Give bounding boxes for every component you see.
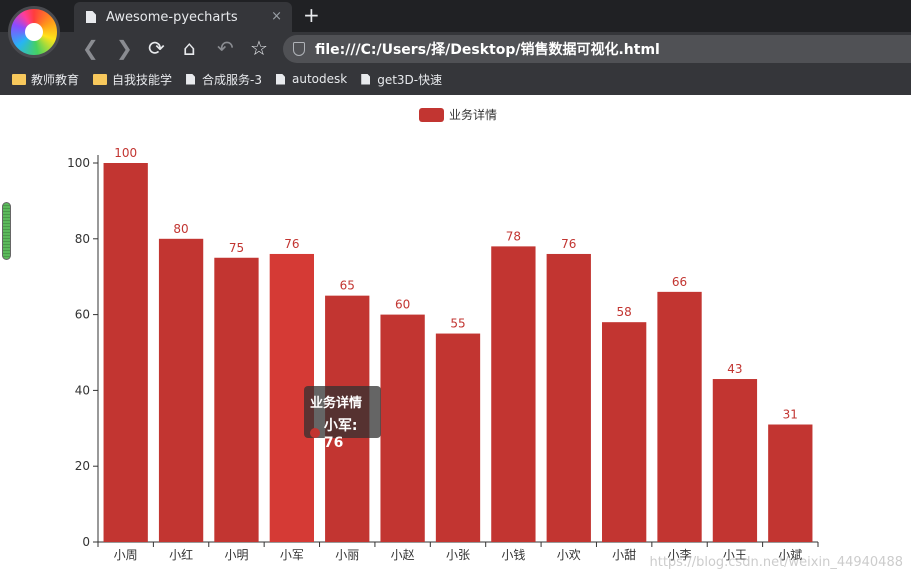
bookmark-label: 合成服务-3 (202, 72, 262, 87)
tab-close-icon[interactable]: × (271, 9, 282, 24)
scroll-handle[interactable] (2, 202, 11, 260)
page-content: 业务详情 0 20 40 60 80 100 100 小周 80 小红 75 小明 76 小军 65 小丽 60… (0, 95, 911, 580)
bar[interactable] (712, 379, 758, 542)
home-icon[interactable]: ⌂ (183, 36, 196, 60)
bar-chart: 0 20 40 60 80 100 100 小周 80 小红 75 小明 76 小军 65 小丽 60 小赵 55 小… (67, 146, 819, 562)
bar[interactable] (657, 291, 702, 542)
bar-data-label: 66 (672, 275, 687, 289)
y-tick-label: 20 (75, 459, 90, 473)
y-tick-label: 80 (75, 232, 90, 246)
bar-data-label: 43 (727, 362, 742, 376)
bar[interactable] (602, 322, 647, 542)
bookmark-label: 教师教育 (31, 72, 80, 87)
bar-data-label: 100 (114, 146, 137, 160)
bar-data-label: 60 (395, 298, 410, 312)
x-tick-label: 小红 (169, 547, 193, 562)
bar[interactable] (768, 424, 813, 542)
new-tab-button[interactable]: + (303, 3, 320, 27)
chart-tooltip: 业务详情 小军: 76 (304, 386, 381, 451)
bar[interactable] (158, 238, 204, 543)
x-tick-label: 小张 (446, 548, 470, 562)
bar[interactable] (491, 246, 536, 542)
bar-data-label: 75 (229, 241, 244, 255)
tooltip-marker-icon (310, 428, 320, 438)
undo-icon[interactable]: ↶ (217, 36, 234, 60)
page-icon (361, 73, 371, 85)
bar-data-label: 31 (783, 408, 798, 422)
back-icon[interactable]: ❮ (82, 36, 99, 60)
bar[interactable] (435, 333, 481, 542)
shield-icon (293, 42, 305, 56)
tooltip-title: 业务详情 (310, 396, 363, 411)
navigation-bar: ❮ ❯ ⟳ ⌂ ↶ ☆ file:///C:/Users/择/Desktop/销… (0, 32, 911, 64)
reload-icon[interactable]: ⟳ (148, 36, 165, 60)
bookmark-label: 自我技能学 (112, 72, 173, 87)
bookmark-item[interactable]: 教师教育 (12, 71, 79, 88)
bar-data-label: 55 (450, 317, 465, 331)
bar-data-label: 76 (284, 237, 299, 251)
bar[interactable] (380, 314, 425, 542)
bookmark-star-icon[interactable]: ☆ (250, 36, 268, 60)
bookmark-label: get3D-快速 (377, 72, 443, 87)
page-icon (276, 73, 285, 85)
x-tick-label: 小丽 (335, 548, 359, 562)
x-tick-label: 小周 (114, 548, 138, 562)
bookmark-item[interactable]: 自我技能学 (93, 71, 172, 88)
x-tick-label: 小钱 (501, 547, 525, 562)
folder-icon (12, 73, 26, 85)
tooltip-value: 小军: 76 (323, 418, 358, 451)
bookmark-item[interactable]: autodesk (276, 72, 347, 86)
y-tick-label: 40 (75, 383, 90, 397)
bar[interactable] (546, 253, 591, 542)
bar[interactable] (214, 257, 259, 542)
folder-icon (93, 73, 108, 85)
forward-icon[interactable]: ❯ (116, 36, 133, 60)
tab-active[interactable]: Awesome-pyecharts × (74, 2, 292, 32)
x-tick-label: 小军 (280, 548, 304, 562)
bar-data-label: 58 (617, 305, 632, 319)
bookmark-item[interactable]: get3D-快速 (361, 71, 442, 88)
x-tick-label: 小明 (224, 548, 248, 562)
x-tick-label: 小甜 (612, 548, 636, 562)
x-tick-label: 小欢 (557, 547, 581, 562)
address-bar[interactable]: file:///C:/Users/择/Desktop/销售数据可视化.html (283, 35, 911, 63)
document-icon (86, 11, 96, 23)
bookmark-label: autodesk (292, 72, 348, 86)
y-tick-label: 60 (75, 308, 90, 322)
bar-data-label: 76 (561, 237, 576, 251)
tab-title: Awesome-pyecharts (106, 9, 238, 25)
browser-chrome: Awesome-pyecharts × + ❮ ❯ ⟳ ⌂ ↶ ☆ file:/… (0, 0, 911, 95)
url-text: file:///C:/Users/择/Desktop/销售数据可视化.html (315, 42, 660, 58)
bar-data-label: 80 (173, 222, 188, 236)
bookmark-item[interactable]: 合成服务-3 (186, 71, 262, 88)
watermark: https://blog.csdn.net/weixin_44940488 (649, 555, 903, 570)
x-tick-label: 小赵 (391, 548, 415, 562)
bar[interactable] (103, 163, 148, 542)
bar-data-label: 65 (340, 279, 355, 293)
y-tick-label: 100 (67, 156, 90, 170)
y-tick-label: 0 (82, 535, 90, 549)
bookmarks-bar: 教师教育 自我技能学 合成服务-3 autodesk get3D-快速 (0, 66, 911, 92)
page-icon (186, 73, 196, 85)
bar-data-label: 78 (506, 229, 521, 243)
